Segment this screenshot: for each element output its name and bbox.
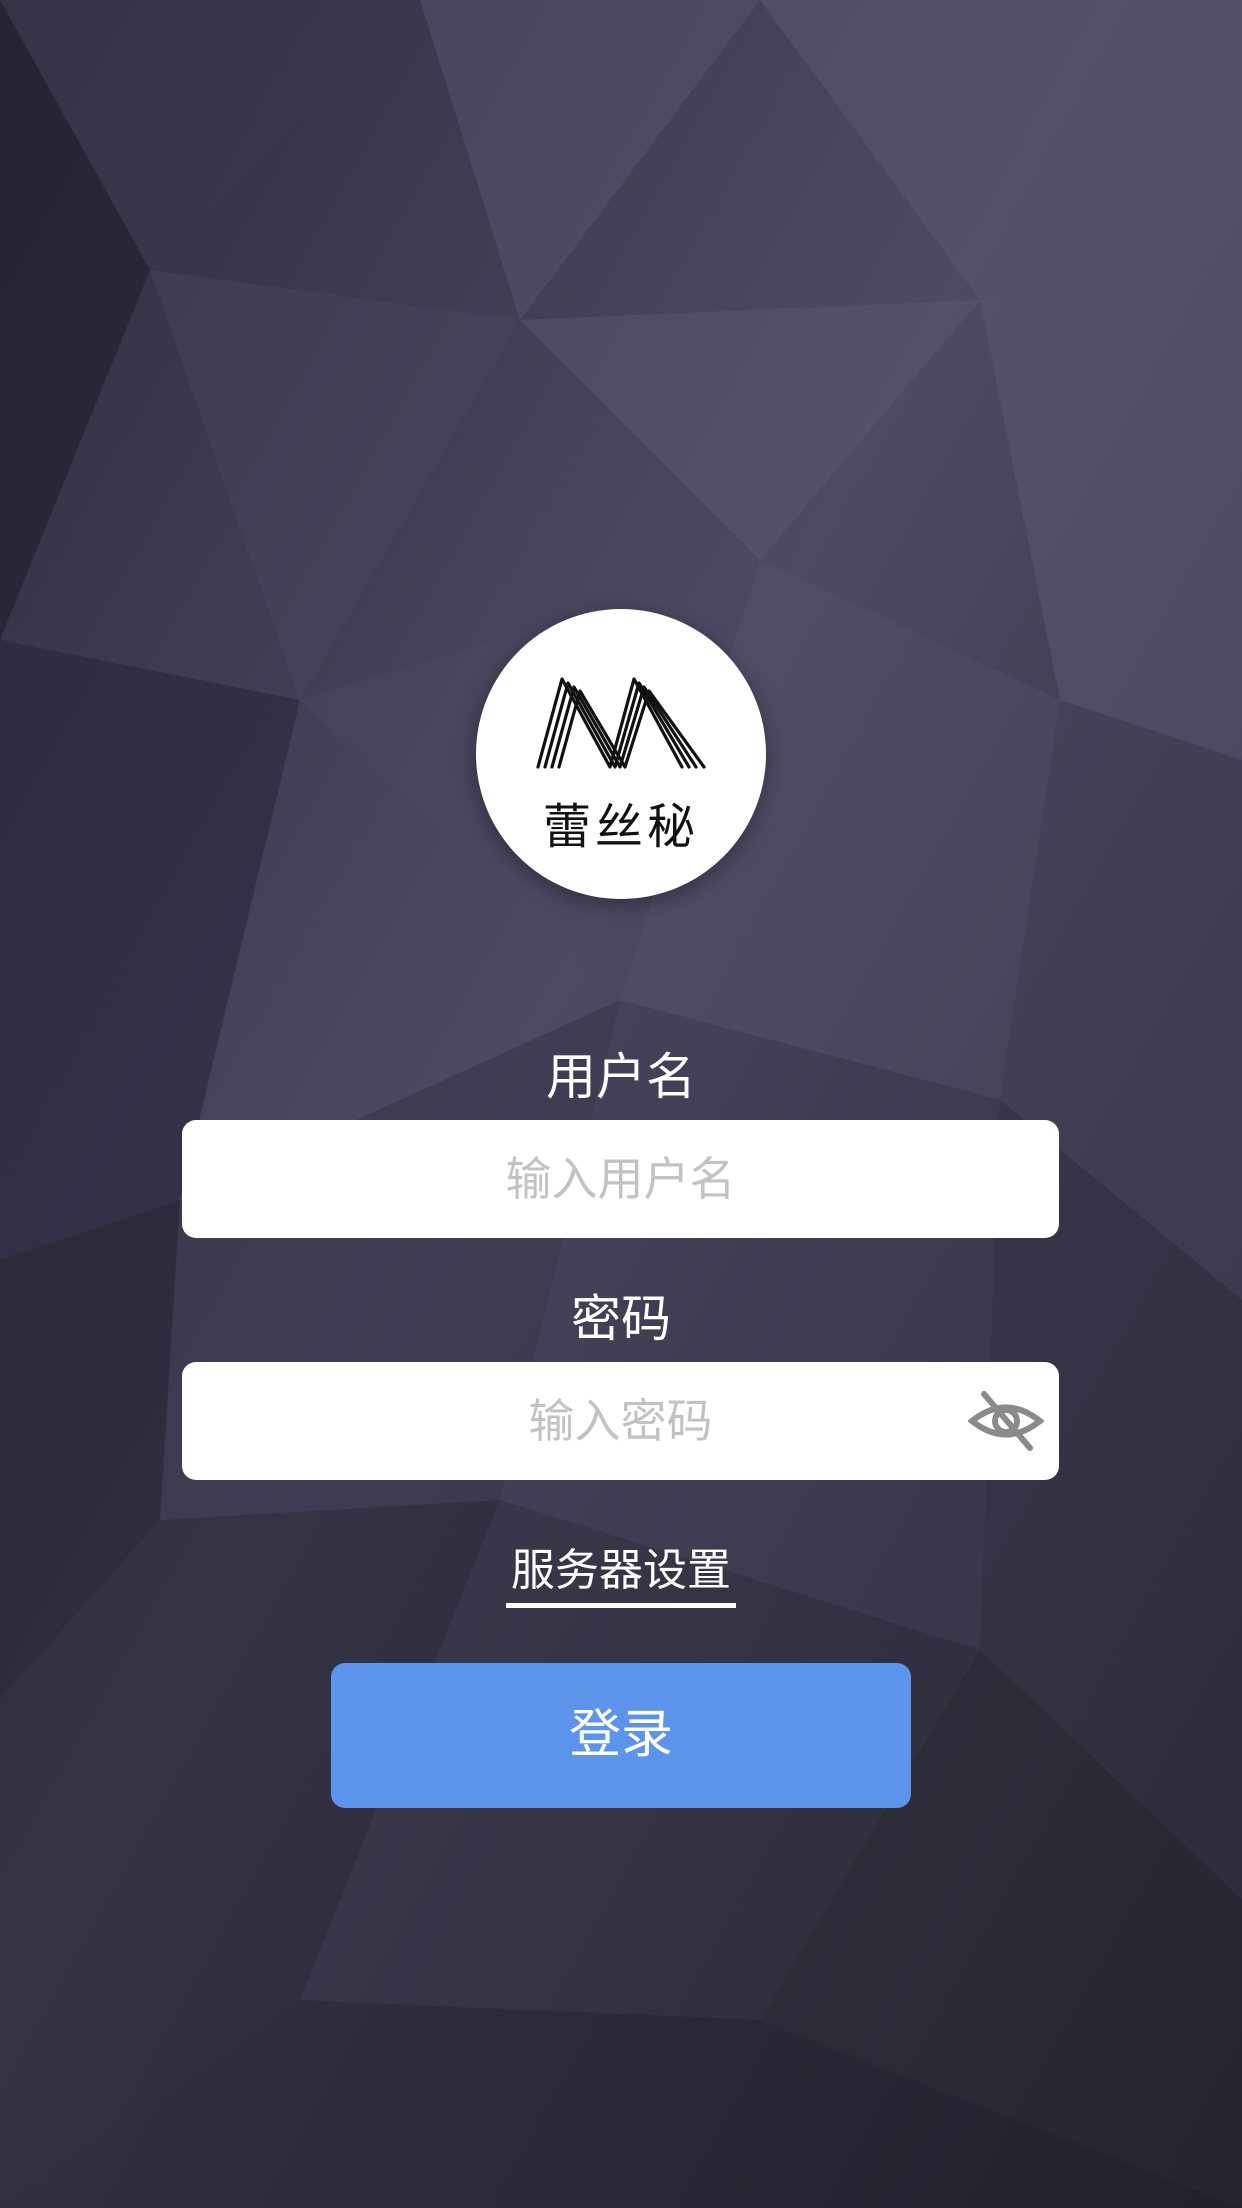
m-logo-icon bbox=[536, 677, 706, 769]
login-button[interactable]: 登录 bbox=[331, 1663, 911, 1808]
logo-text: 蕾丝秘 bbox=[542, 799, 699, 855]
username-label: 用户名 bbox=[546, 1048, 696, 1106]
eye-off-icon[interactable] bbox=[968, 1388, 1044, 1454]
password-label: 密码 bbox=[571, 1290, 671, 1348]
app-logo: 蕾丝秘 bbox=[476, 609, 766, 899]
username-field[interactable]: 输入用户名 bbox=[182, 1120, 1059, 1238]
server-settings-underline bbox=[506, 1603, 736, 1608]
server-settings-link[interactable]: 服务器设置 bbox=[506, 1540, 736, 1608]
password-placeholder: 输入密码 bbox=[528, 1394, 713, 1448]
server-settings-label: 服务器设置 bbox=[511, 1545, 731, 1596]
password-field[interactable]: 输入密码 bbox=[182, 1362, 1059, 1480]
username-placeholder: 输入用户名 bbox=[505, 1152, 736, 1206]
